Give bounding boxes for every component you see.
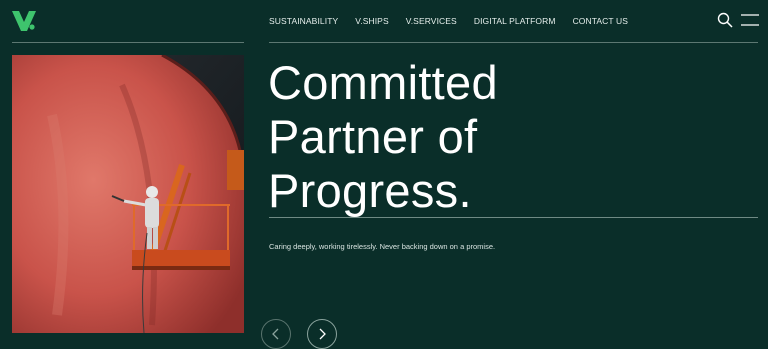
menu-icon[interactable] — [741, 14, 759, 26]
chevron-left-icon — [272, 328, 279, 340]
hero-divider — [269, 217, 758, 218]
main-nav: SUSTAINABILITY V.SHIPS V.SERVICES DIGITA… — [269, 15, 645, 27]
hero-tagline: Caring deeply, working tirelessly. Never… — [269, 242, 496, 251]
search-icon[interactable] — [717, 12, 733, 28]
nav-vservices[interactable]: V.SERVICES — [406, 15, 457, 27]
header-divider-left — [12, 42, 244, 43]
carousel-next-button[interactable] — [307, 319, 337, 349]
brand-logo[interactable] — [12, 11, 36, 31]
nav-contact-us[interactable]: CONTACT US — [573, 15, 628, 27]
headline-line: Partner of — [268, 110, 478, 163]
hero-headline: Committed Partner of Progress. — [268, 56, 498, 218]
chevron-right-icon — [319, 328, 326, 340]
nav-vships[interactable]: V.SHIPS — [355, 15, 388, 27]
nav-sustainability[interactable]: SUSTAINABILITY — [269, 15, 338, 27]
header-divider-right — [269, 42, 758, 43]
ship-hull-painting-photo — [12, 55, 244, 333]
nav-digital-platform[interactable]: DIGITAL PLATFORM — [474, 15, 556, 27]
headline-line: Committed — [268, 56, 498, 109]
carousel-prev-button[interactable] — [261, 319, 291, 349]
headline-line: Progress. — [268, 164, 472, 217]
